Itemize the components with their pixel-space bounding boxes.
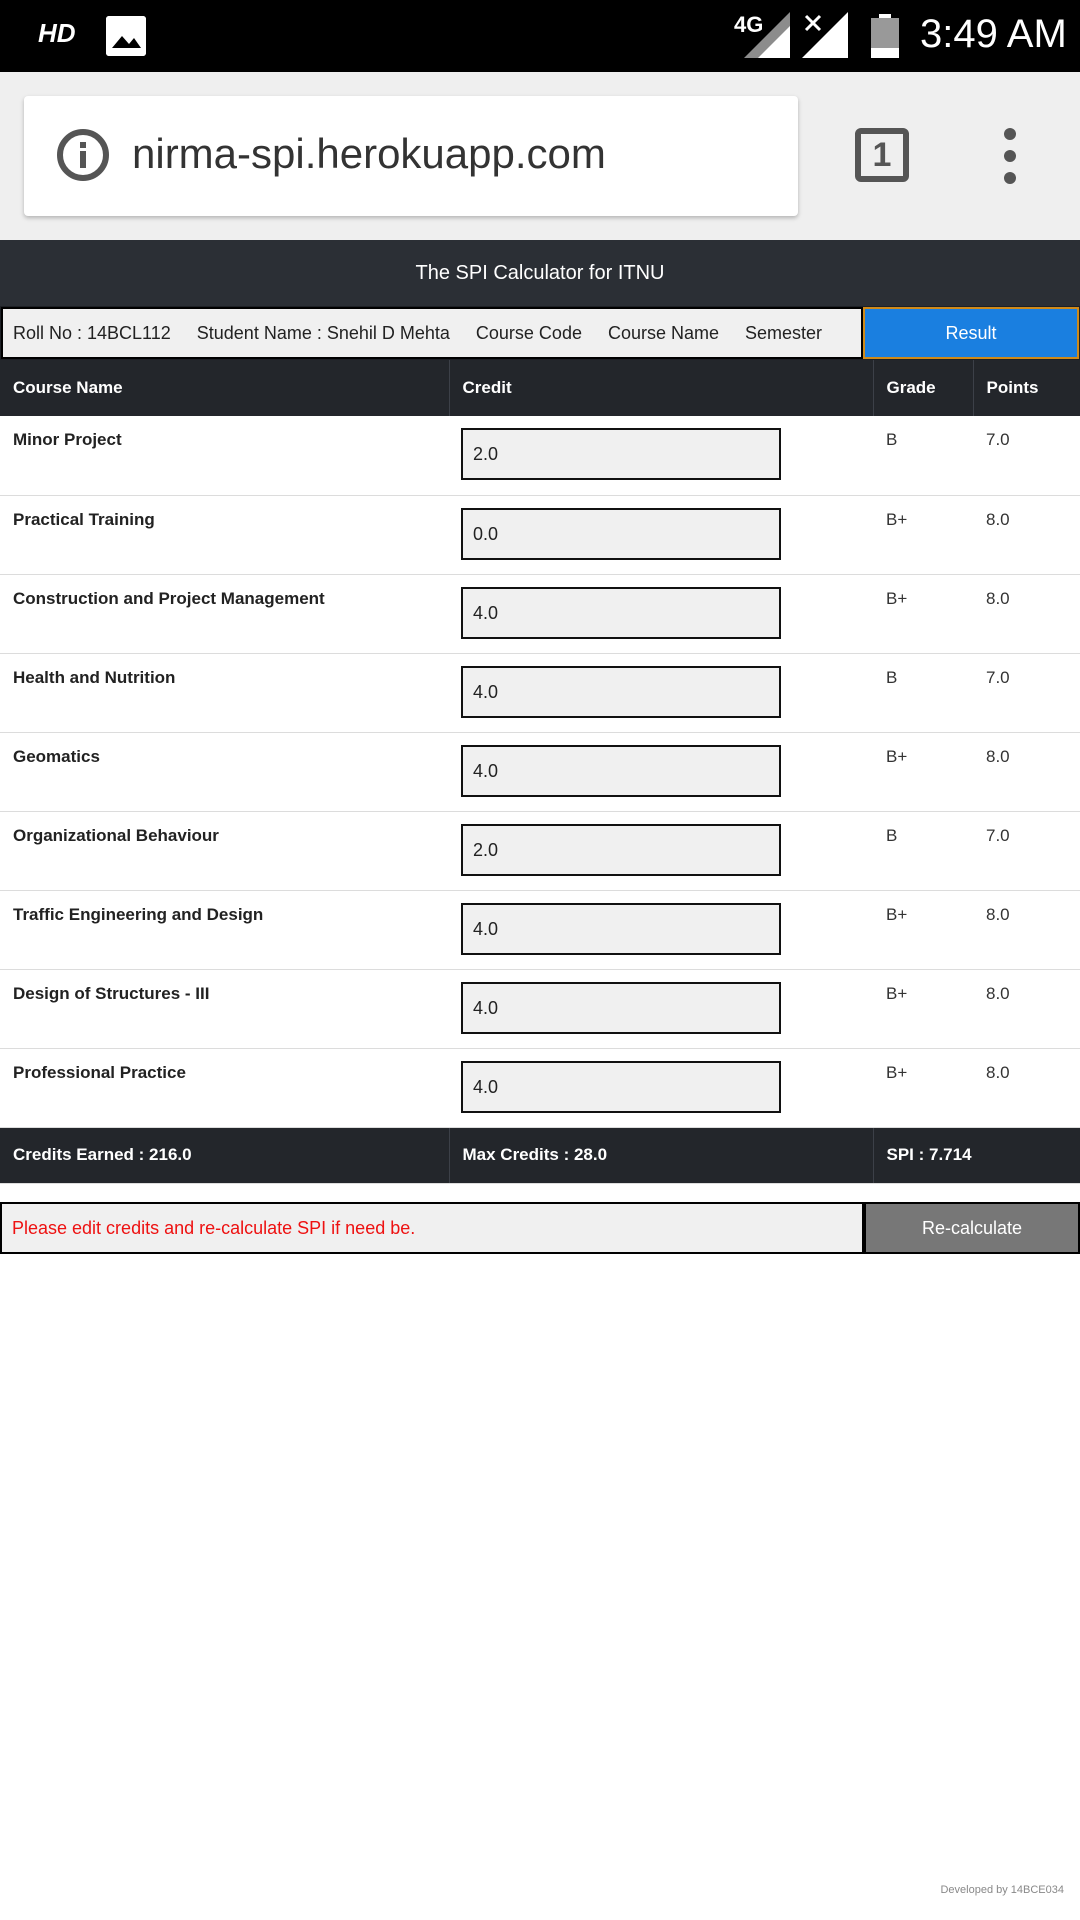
- page-content: The SPI Calculator for ITNU Roll No : 14…: [0, 240, 1080, 1254]
- table-row: Professional Practice 4.0 B+ 8.0: [0, 1048, 1080, 1128]
- student-info: Roll No : 14BCL112 Student Name : Snehil…: [1, 307, 863, 359]
- credit-input[interactable]: 4.0: [461, 586, 781, 639]
- result-button[interactable]: Result: [863, 307, 1079, 359]
- credit-input[interactable]: 4.0: [461, 902, 781, 955]
- roll-no: Roll No : 14BCL112: [13, 322, 171, 343]
- credit-input[interactable]: 4.0: [461, 1060, 781, 1113]
- grade-cell: B+: [873, 495, 973, 575]
- developer-credit: Developed by 14BCE034: [940, 1884, 1064, 1896]
- credit-input[interactable]: 2.0: [461, 823, 781, 876]
- course-name-label: Course Name: [607, 322, 720, 343]
- header-points: Points: [973, 360, 1080, 416]
- credit-input[interactable]: 2.0: [461, 428, 781, 480]
- page-title: The SPI Calculator for ITNU: [0, 240, 1080, 306]
- header-course-name: Course Name: [0, 360, 450, 416]
- points-cell: 7.0: [973, 811, 1080, 891]
- points-cell: 8.0: [973, 1048, 1080, 1128]
- course-name-cell: Organizational Behaviour: [0, 811, 449, 891]
- course-name-cell: Minor Project: [0, 416, 449, 496]
- points-cell: 7.0: [973, 416, 1080, 496]
- course-name-cell: Traffic Engineering and Design: [0, 890, 449, 970]
- tab-switcher-button[interactable]: 1: [855, 128, 909, 182]
- course-name-cell: Design of Structures - III: [0, 969, 449, 1049]
- overflow-menu-icon[interactable]: [998, 128, 1022, 184]
- credit-input[interactable]: 4.0: [461, 665, 781, 718]
- course-code-label: Course Code: [475, 322, 582, 343]
- points-cell: 8.0: [973, 969, 1080, 1049]
- wifi-off-icon: [802, 12, 848, 58]
- grade-cell: B+: [873, 1048, 973, 1128]
- table-row: Organizational Behaviour 2.0 B 7.0: [0, 811, 1080, 891]
- battery-icon: [871, 14, 899, 58]
- grade-cell: B: [873, 653, 973, 733]
- recalculate-message: Please edit credits and re-calculate SPI…: [0, 1201, 864, 1254]
- table-row: Geomatics 4.0 B+ 8.0: [0, 732, 1080, 812]
- student-name: Student Name : Snehil D Mehta: [196, 322, 450, 343]
- status-bar: HD 4G 3:49 AM: [0, 0, 1080, 72]
- url-text[interactable]: nirma-spi.herokuapp.com: [132, 130, 606, 178]
- credit-input[interactable]: 4.0: [461, 744, 781, 797]
- table-row: Construction and Project Management 4.0 …: [0, 574, 1080, 654]
- signal-icon: [744, 12, 790, 58]
- header-credit: Credit: [449, 360, 874, 416]
- header-grade: Grade: [873, 360, 974, 416]
- course-name-cell: Geomatics: [0, 732, 449, 812]
- recalculate-button[interactable]: Re-calculate: [864, 1201, 1080, 1254]
- course-name-cell: Professional Practice: [0, 1048, 449, 1128]
- table-row: Design of Structures - III 4.0 B+ 8.0: [0, 969, 1080, 1049]
- gallery-notification-icon: [106, 16, 146, 56]
- hd-indicator: HD: [38, 18, 76, 48]
- clock: 3:49 AM: [920, 12, 1067, 56]
- info-icon[interactable]: [56, 128, 110, 182]
- recalculate-bar: Please edit credits and re-calculate SPI…: [0, 1201, 1080, 1254]
- points-cell: 7.0: [973, 653, 1080, 733]
- table-header-row: Course Name Credit Grade Points: [0, 360, 1080, 416]
- course-name-cell: Practical Training: [0, 495, 449, 575]
- points-cell: 8.0: [973, 890, 1080, 970]
- credit-input[interactable]: 4.0: [461, 981, 781, 1034]
- table-row: Practical Training 0.0 B+ 8.0: [0, 495, 1080, 575]
- summary-row: Credits Earned : 216.0 Max Credits : 28.…: [0, 1127, 1080, 1184]
- points-cell: 8.0: [973, 495, 1080, 575]
- grade-cell: B+: [873, 574, 973, 654]
- table-row: Health and Nutrition 4.0 B 7.0: [0, 653, 1080, 733]
- course-name-cell: Construction and Project Management: [0, 574, 449, 654]
- credit-input[interactable]: 0.0: [461, 507, 781, 560]
- points-cell: 8.0: [973, 574, 1080, 654]
- table-row: Minor Project 2.0 B 7.0: [0, 416, 1080, 496]
- browser-toolbar: nirma-spi.herokuapp.com 1: [0, 72, 1080, 240]
- grade-cell: B+: [873, 890, 973, 970]
- table-row: Traffic Engineering and Design 4.0 B+ 8.…: [0, 890, 1080, 970]
- max-credits: Max Credits : 28.0: [449, 1127, 874, 1184]
- grade-cell: B+: [873, 969, 973, 1049]
- spi-value: SPI : 7.714: [873, 1127, 1080, 1184]
- points-cell: 8.0: [973, 732, 1080, 812]
- semester-label: Semester: [745, 322, 823, 343]
- address-bar[interactable]: nirma-spi.herokuapp.com: [24, 96, 798, 216]
- grade-cell: B+: [873, 732, 973, 812]
- grade-cell: B: [873, 416, 973, 496]
- credits-earned: Credits Earned : 216.0: [0, 1127, 450, 1184]
- student-info-bar: Roll No : 14BCL112 Student Name : Snehil…: [0, 306, 1080, 360]
- course-name-cell: Health and Nutrition: [0, 653, 449, 733]
- grade-cell: B: [873, 811, 973, 891]
- course-table: Course Name Credit Grade Points Minor Pr…: [0, 360, 1080, 1184]
